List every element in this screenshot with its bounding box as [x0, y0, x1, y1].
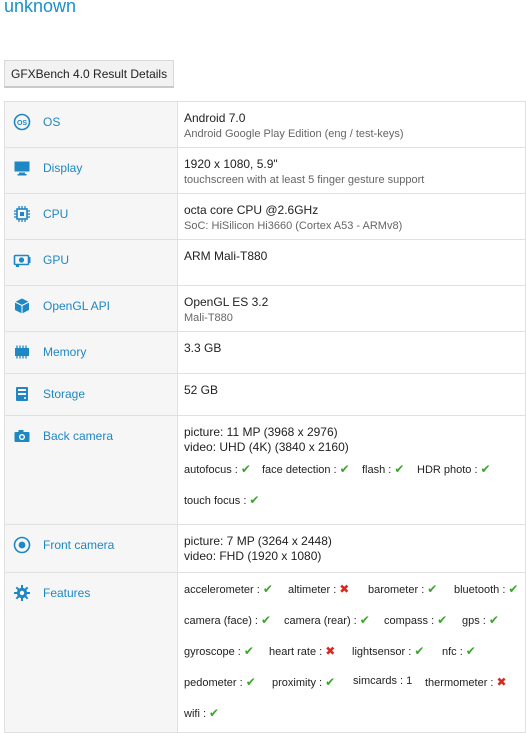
back-camera-feature: flash : ✔: [362, 462, 405, 476]
memory-value: 3.3 GB: [184, 341, 222, 355]
camera-icon: [13, 427, 31, 445]
row-cpu: CPU octa core CPU @2.6GHz SoC: HiSilicon…: [4, 193, 526, 240]
row-os: OS OS Android 7.0 Android Google Play Ed…: [4, 101, 526, 148]
os-icon: OS: [13, 113, 31, 131]
front-camera-icon: [13, 536, 31, 554]
feature-item: accelerometer : ✔: [184, 582, 273, 596]
gear-icon: [13, 584, 31, 602]
cube-icon: [13, 297, 31, 315]
back-camera-picture: picture: 11 MP (3968 x 2976): [184, 425, 338, 439]
row-label-cpu: CPU: [43, 207, 69, 221]
row-gpu: GPU ARM Mali-T880: [4, 239, 526, 286]
row-back-camera: Back camera picture: 11 MP (3968 x 2976)…: [4, 415, 526, 525]
display-sub: touchscreen with at least 5 finger gestu…: [184, 174, 425, 186]
features-grid: accelerometer : ✔ altimeter : ✖ barometer : ✔…: [178, 573, 525, 723]
cross-icon: ✖: [496, 675, 507, 689]
front-camera-picture: picture: 7 MP (3264 x 2448): [184, 534, 332, 548]
row-label-front-camera: Front camera: [43, 538, 115, 552]
feature-item: altimeter : ✖: [288, 582, 350, 596]
feature-item: bluetooth : ✔: [454, 582, 519, 596]
row-label-os: OS: [43, 115, 61, 129]
cpu-sub: SoC: HiSilicon Hi3660 (Cortex A53 - ARMv…: [184, 220, 403, 232]
check-icon: ✔: [249, 493, 260, 507]
feature-item: compass : ✔: [384, 613, 448, 627]
check-icon: ✔: [488, 613, 499, 627]
feature-item: barometer : ✔: [368, 582, 438, 596]
row-label-memory: Memory: [43, 345, 87, 359]
row-label-gpu: GPU: [43, 253, 70, 267]
check-icon: ✔: [325, 675, 336, 689]
check-icon: ✔: [427, 582, 438, 596]
row-front-camera: Front camera picture: 7 MP (3264 x 2448)…: [4, 524, 526, 573]
os-value: Android 7.0: [184, 111, 246, 125]
feature-item: camera (rear) : ✔: [284, 613, 370, 627]
monitor-icon: [13, 159, 31, 177]
row-display: Display 1920 x 1080, 5.9" touchscreen wi…: [4, 147, 526, 194]
check-icon: ✔: [480, 462, 491, 476]
check-icon: ✔: [414, 644, 425, 658]
cross-icon: ✖: [325, 644, 336, 658]
front-camera-video: video: FHD (1920 x 1080): [184, 549, 322, 563]
cross-icon: ✖: [339, 582, 350, 596]
feature-item: proximity : ✔: [272, 675, 336, 689]
os-sub: Android Google Play Edition (eng / test-…: [184, 128, 404, 140]
display-value: 1920 x 1080, 5.9": [184, 157, 278, 171]
cpu-chip-icon: [13, 205, 31, 223]
row-storage: Storage 52 GB: [4, 373, 526, 416]
check-icon: ✔: [437, 613, 448, 627]
check-icon: ✔: [394, 462, 405, 476]
opengl-value: OpenGL ES 3.2: [184, 295, 269, 309]
memory-icon: [13, 343, 31, 361]
feature-item: simcards : 1: [353, 675, 413, 687]
storage-icon: [13, 385, 31, 403]
back-camera-video: video: UHD (4K) (3840 x 2160): [184, 440, 349, 454]
check-icon: ✔: [508, 582, 519, 596]
check-icon: ✔: [339, 462, 350, 476]
tab-result-details[interactable]: GFXBench 4.0 Result Details: [4, 60, 175, 88]
page-title: unknown: [4, 0, 77, 16]
cpu-value: octa core CPU @2.6GHz: [184, 203, 319, 217]
check-icon: ✔: [260, 613, 272, 627]
row-memory: Memory 3.3 GB: [4, 331, 526, 374]
check-icon: ✔: [243, 644, 254, 658]
feature-item: camera (face) : ✔: [184, 613, 272, 627]
row-opengl: OpenGL API OpenGL ES 3.2 Mali-T880: [4, 285, 526, 332]
check-icon: ✔: [465, 644, 476, 658]
row-label-storage: Storage: [43, 387, 86, 401]
feature-item: pedometer : ✔: [184, 675, 256, 689]
back-camera-feature: face detection : ✔: [262, 462, 350, 476]
feature-item: gps : ✔: [462, 613, 499, 627]
gpu-icon: [13, 251, 31, 269]
back-camera-feature: autofocus : ✔: [184, 462, 251, 476]
feature-item: wifi : ✔: [184, 706, 220, 720]
gpu-value: ARM Mali-T880: [184, 249, 268, 263]
feature-item: heart rate : ✖: [269, 644, 336, 658]
feature-item: lightsensor : ✔: [352, 644, 425, 658]
svg-text:OS: OS: [17, 120, 27, 127]
check-icon: ✔: [240, 462, 251, 476]
row-label-features: Features: [43, 586, 91, 600]
check-icon: ✔: [245, 675, 256, 689]
back-camera-feature: HDR photo : ✔: [417, 462, 491, 476]
storage-value: 52 GB: [184, 383, 219, 397]
back-camera-feature: touch focus : ✔: [184, 493, 260, 507]
row-label-opengl: OpenGL API: [43, 299, 110, 313]
opengl-sub: Mali-T880: [184, 312, 233, 324]
check-icon: ✔: [209, 706, 220, 720]
feature-item: nfc : ✔: [442, 644, 476, 658]
feature-item: gyroscope : ✔: [184, 644, 254, 658]
row-label-back-camera: Back camera: [43, 429, 114, 443]
check-icon: ✔: [359, 613, 370, 627]
row-features: Features accelerometer : ✔ altimeter : ✖ bar…: [4, 572, 526, 733]
feature-item: thermometer : ✖: [425, 675, 507, 689]
check-icon: ✔: [262, 582, 273, 596]
row-label-display: Display: [43, 161, 83, 175]
spec-table: OS OS Android 7.0 Android Google Play Ed…: [4, 101, 526, 733]
